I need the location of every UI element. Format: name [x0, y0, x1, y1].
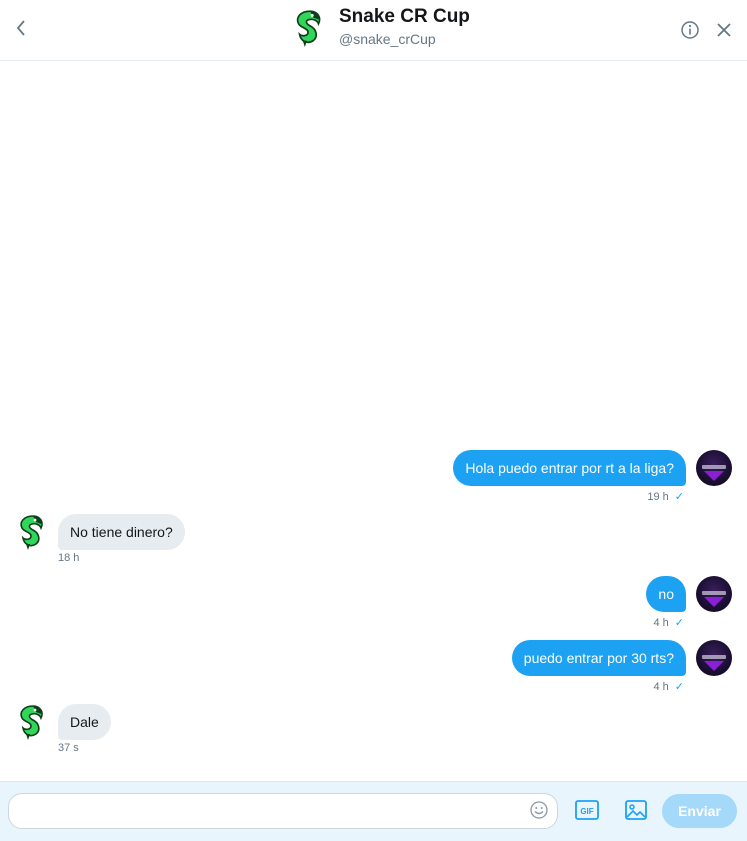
send-button[interactable]: Enviar	[662, 794, 737, 828]
message-input-container[interactable]	[8, 793, 558, 830]
user-avatar[interactable]	[696, 640, 732, 676]
message-time: 19 h	[647, 491, 669, 503]
message-timestamp: 4 h ✓	[653, 616, 684, 629]
back-button[interactable]	[10, 16, 32, 40]
incoming-message-bubble[interactable]: No tiene dinero?	[58, 514, 185, 550]
image-icon[interactable]	[624, 799, 648, 821]
outgoing-message-bubble[interactable]: puedo entrar por 30 rts?	[511, 640, 686, 676]
info-icon[interactable]	[680, 20, 700, 40]
smiley-icon[interactable]	[529, 800, 549, 820]
chevron-left-icon	[16, 20, 25, 36]
close-icon[interactable]	[714, 20, 734, 40]
sent-check-icon: ✓	[674, 681, 684, 693]
outgoing-message-bubble[interactable]: no	[646, 576, 686, 612]
sent-check-icon: ✓	[674, 617, 684, 629]
gif-icon: GIF	[575, 800, 599, 820]
message-list: Hola puedo entrar por rt a la liga? 19 h…	[0, 61, 747, 781]
gif-button[interactable]: GIF	[575, 799, 599, 821]
outgoing-message-bubble[interactable]: Hola puedo entrar por rt a la liga?	[453, 450, 686, 486]
incoming-message-bubble[interactable]: Dale	[58, 704, 111, 740]
message-input[interactable]	[21, 794, 525, 830]
snake-avatar-icon[interactable]	[14, 703, 48, 741]
conversation-handle: @snake_crCup	[339, 31, 436, 47]
sent-check-icon: ✓	[674, 491, 684, 503]
message-time: 37 s	[58, 742, 79, 754]
message-time: 4 h	[653, 681, 669, 693]
message-timestamp: 19 h ✓	[647, 490, 684, 503]
snake-avatar-icon[interactable]	[14, 513, 48, 551]
message-time: 18 h	[58, 552, 80, 564]
user-avatar[interactable]	[696, 576, 732, 612]
gif-label: GIF	[580, 807, 593, 816]
conversation-title: Snake CR Cup	[339, 6, 470, 27]
conversation-header: Snake CR Cup @snake_crCup	[0, 0, 747, 61]
snake-avatar-icon[interactable]	[289, 8, 327, 48]
message-timestamp: 4 h ✓	[653, 680, 684, 693]
message-time: 4 h	[653, 617, 669, 629]
user-avatar[interactable]	[696, 450, 732, 486]
